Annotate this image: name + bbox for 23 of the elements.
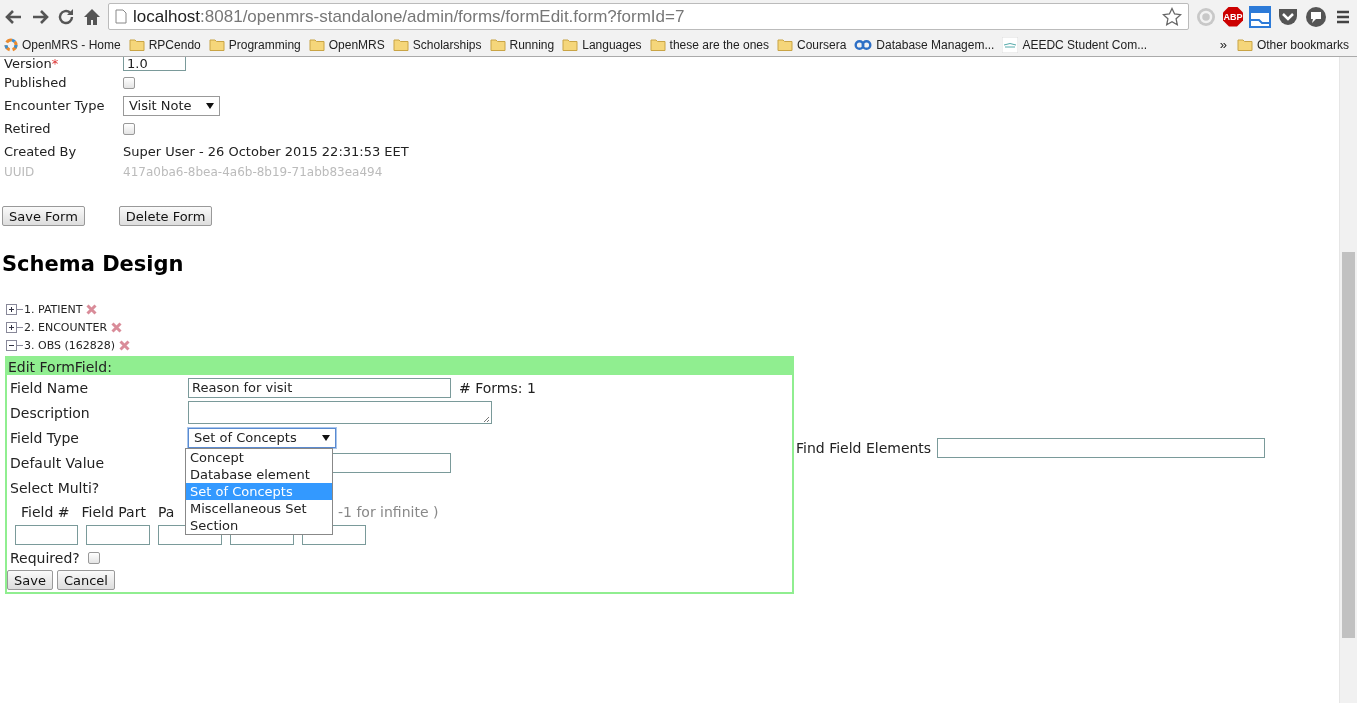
field-label: Field Name (10, 378, 90, 398)
field-label: Select Multi? (10, 478, 101, 498)
field-label: Required? (10, 549, 80, 566)
field-label: Version* (4, 57, 60, 71)
field-label: UUID (4, 163, 36, 180)
column-label: Pa (157, 504, 175, 520)
hint-text: -1 for infinite ) (338, 504, 440, 520)
field-label: Description (10, 403, 91, 423)
field-label: Created By (4, 143, 78, 161)
field-label: Retired (4, 120, 52, 138)
field-label: Find Field Elements (796, 440, 932, 456)
field-label: Field Type (10, 428, 80, 448)
field-value: Super User - 26 October 2015 22:31:53 EET (123, 144, 409, 159)
field-label: Default Value (10, 453, 106, 473)
column-label: Field Part (81, 504, 146, 520)
url-text: localhost:8081/openmrs-standalone/admin/forms/formEdit.form?formId=7 (133, 6, 686, 27)
field-label: Encounter Type (4, 97, 106, 115)
panel-header: Edit FormField: (7, 358, 792, 375)
field-label: Published (4, 74, 68, 92)
field-value: 417a0ba6-8bea-4a6b-8b19-71abb83ea494 (123, 164, 383, 179)
forms-count: # Forms: 1 (459, 379, 536, 396)
section-heading: Schema Design (2, 252, 185, 276)
column-label: Field # (21, 504, 70, 520)
